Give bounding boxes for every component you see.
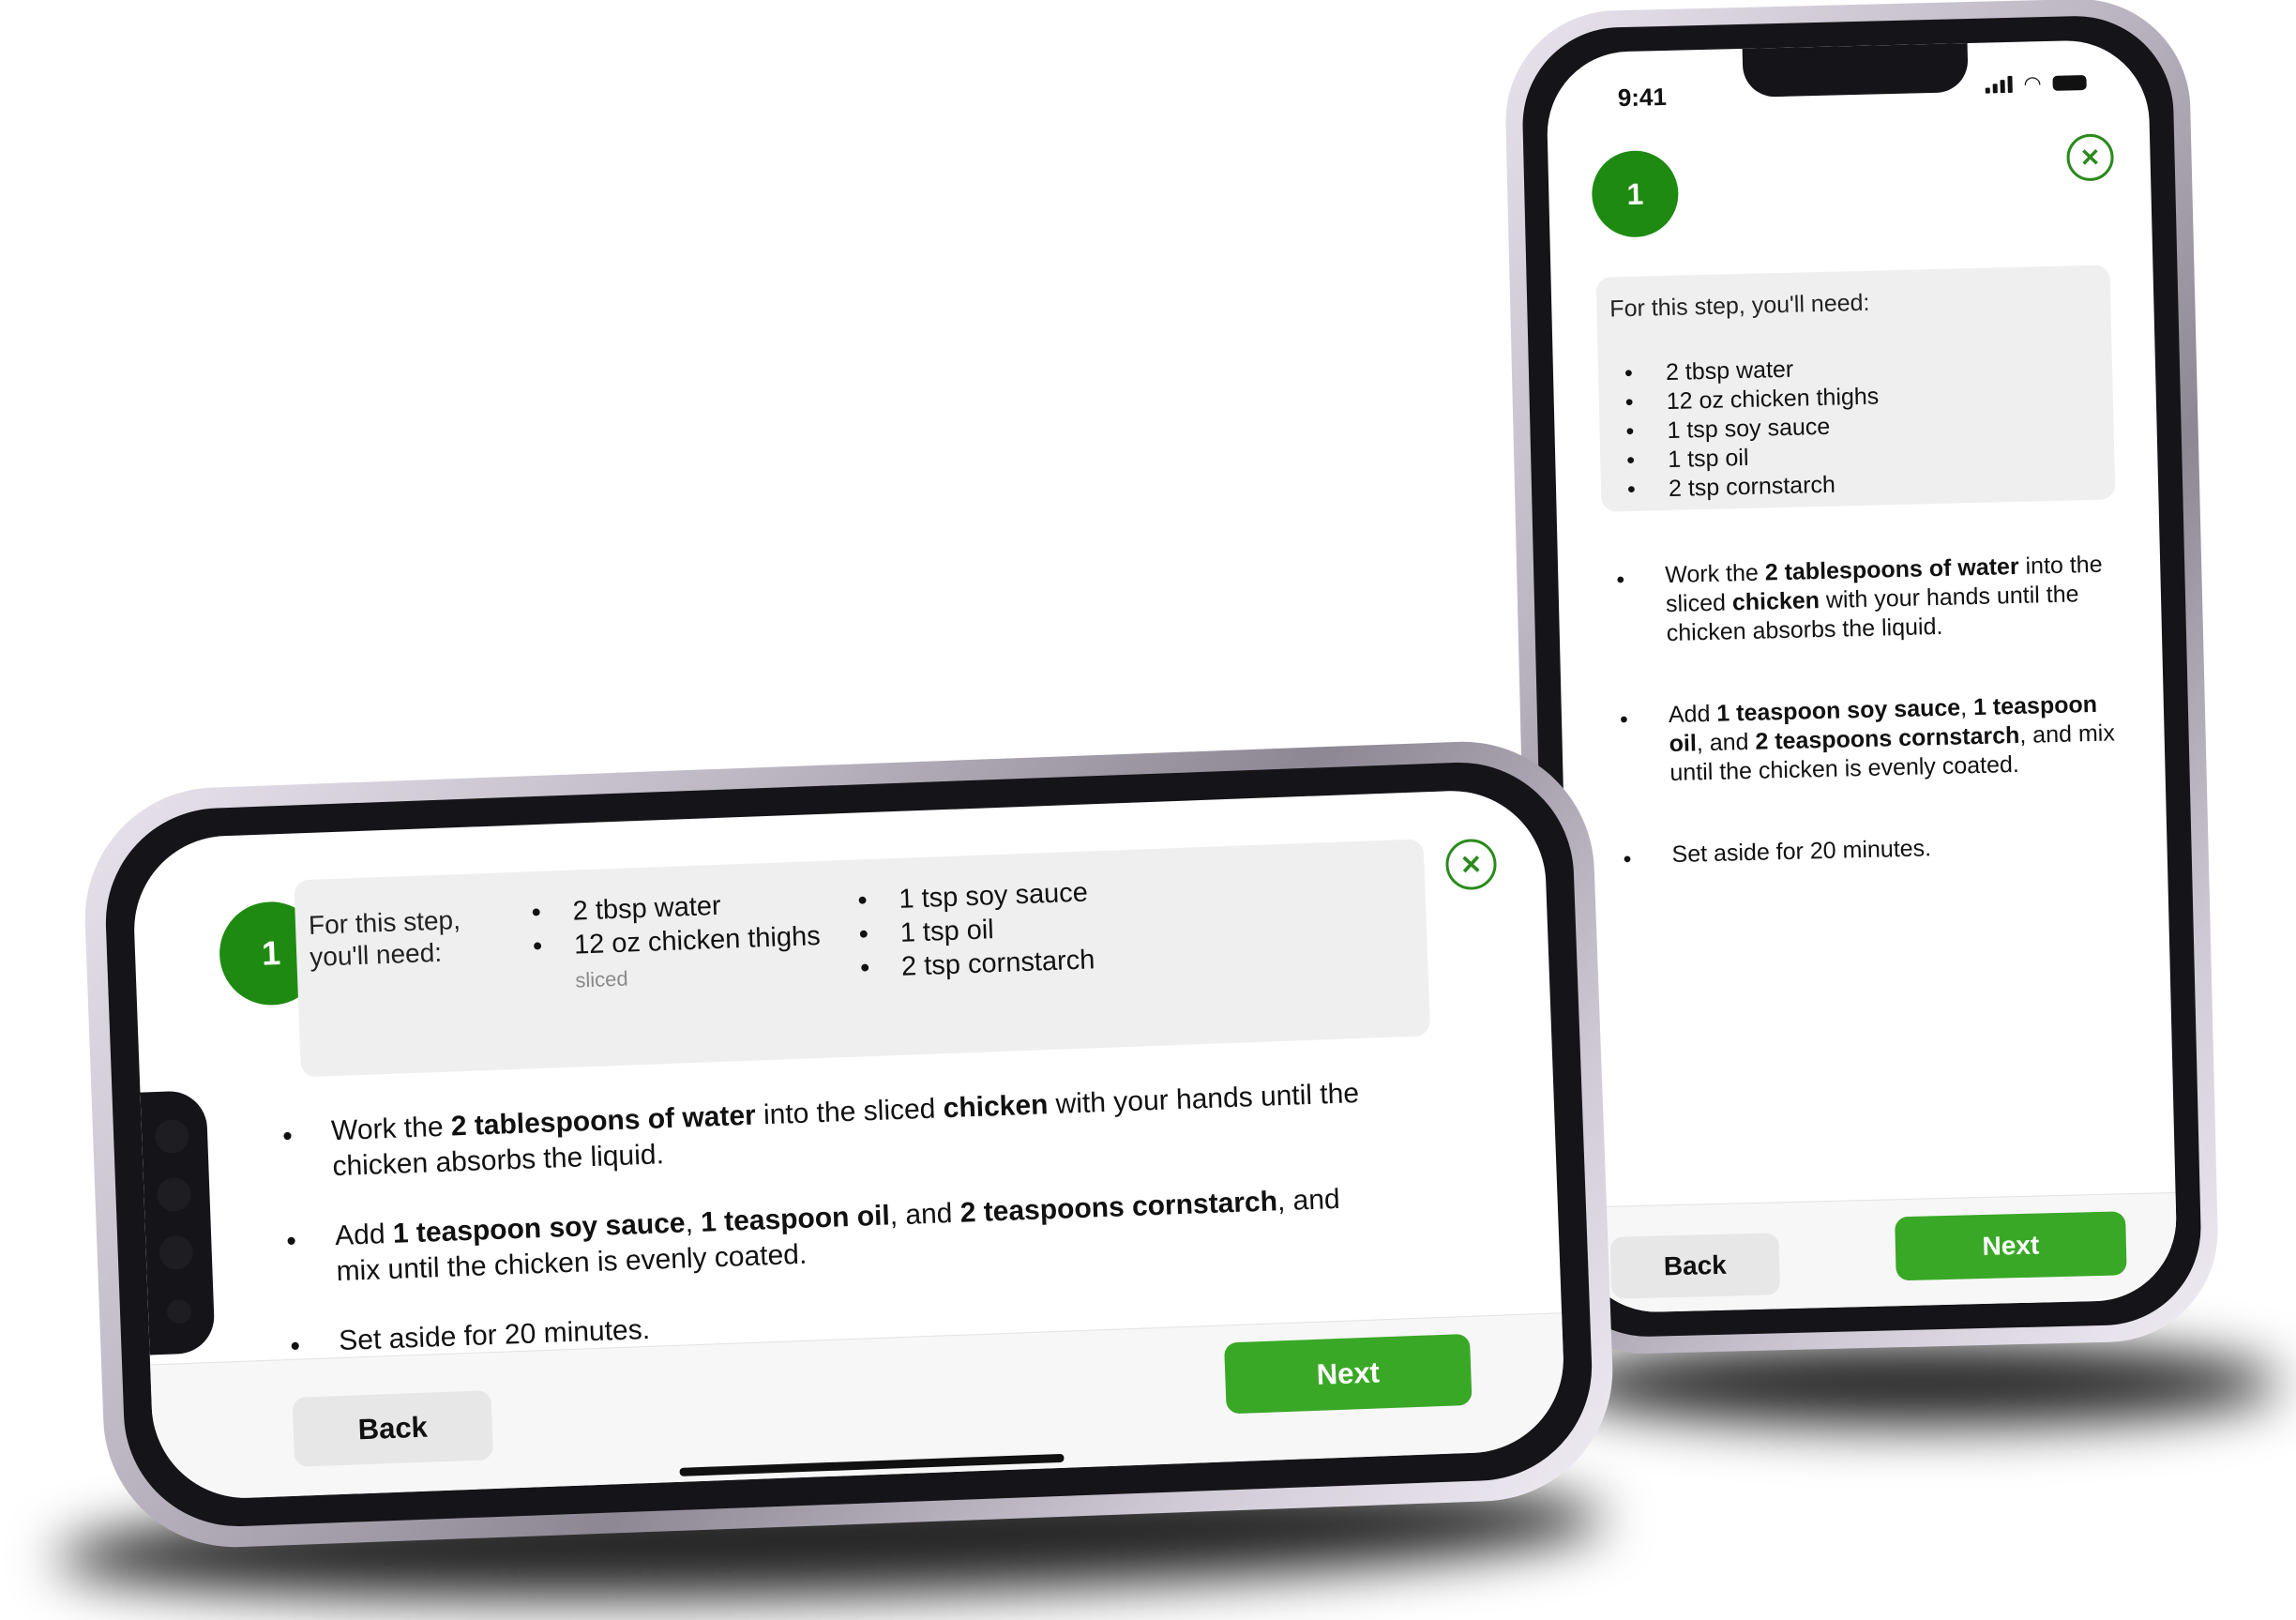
instruction-step: Work the 2 tablespoons of water into the… [281, 1076, 1362, 1187]
landscape-screen: 1 For this step, you'll need: 2 tbsp wat… [130, 787, 1567, 1502]
portrait-notch [1742, 43, 1969, 98]
instruction-text: Add [1668, 700, 1717, 729]
instruction-highlight: 1 teaspoon soy sauce [392, 1207, 687, 1249]
status-icons: ◠ [1985, 71, 2087, 96]
instruction-step: Set aside for 20 minutes. [1623, 829, 2130, 871]
close-icon: ✕ [1459, 849, 1483, 880]
ingredients-list: 2 tbsp water 12 oz chicken thighs 1 tsp … [1624, 348, 2097, 505]
instruction-step: Work the 2 tablespoons of water into the… [1616, 550, 2124, 649]
instruction-text: Work the [330, 1111, 452, 1147]
wifi-icon: ◠ [2023, 71, 2042, 96]
cellular-signal-icon [1985, 75, 2013, 94]
close-button[interactable]: ✕ [2065, 133, 2115, 182]
instruction-step: Add 1 teaspoon soy sauce, 1 teaspoon oil… [286, 1181, 1367, 1292]
instruction-highlight: 2 tablespoons of water [450, 1099, 757, 1143]
close-button[interactable]: ✕ [1444, 838, 1498, 891]
landscape-notch [140, 1090, 216, 1355]
instruction-highlight: 1 teaspoon oil [700, 1200, 891, 1238]
instruction-highlight: 1 teaspoon soy sauce [1716, 694, 1961, 727]
ingredients-panel: For this step, you'll need: 2 tbsp water… [294, 839, 1431, 1078]
instruction-highlight: 2 tablespoons of water [1764, 553, 2019, 586]
ingredient-item: 12 oz chicken thighs sliced [532, 918, 843, 999]
landscape-phone: 1 For this step, you'll need: 2 tbsp wat… [80, 736, 1618, 1552]
battery-icon [2052, 74, 2087, 91]
instruction-text: , and [889, 1197, 961, 1232]
ingredients-list-col1: 2 tbsp water 12 oz chicken thighs sliced [531, 885, 844, 999]
ingredients-panel: For this step, you'll need: 2 tbsp water… [1595, 265, 2116, 512]
portrait-screen: 9:41 ◠ 1 ✕ For this step, you'll need: 2… [1545, 38, 2179, 1314]
instruction-text: into the sliced [755, 1093, 944, 1131]
instruction-text: , [684, 1206, 702, 1239]
instructions-list: Work the 2 tablespoons of water into the… [281, 1076, 1368, 1361]
instruction-text: , and [1696, 728, 1756, 757]
step-number-badge: 1 [1591, 149, 1680, 238]
instruction-highlight: 2 teaspoons cornstarch [959, 1186, 1278, 1229]
instruction-text: Add [334, 1218, 394, 1252]
back-button[interactable]: Back [1609, 1233, 1781, 1299]
ingredients-list-col2: 1 tsp soy sauce 1 tsp oil 2 tsp cornstar… [857, 872, 1171, 985]
status-time: 9:41 [1617, 82, 1668, 113]
ingredients-heading: For this step, you'll need: [308, 905, 461, 972]
instruction-highlight: chicken [943, 1089, 1049, 1125]
close-icon: ✕ [2079, 143, 2101, 172]
portrait-phone: 9:41 ◠ 1 ✕ For this step, you'll need: 2… [1503, 0, 2221, 1356]
ingredient-note: sliced [574, 966, 629, 992]
ingredients-heading: For this step, you'll need: [1609, 289, 1870, 323]
ingredient-name: 12 oz chicken thighs [573, 920, 822, 961]
back-button[interactable]: Back [292, 1390, 494, 1467]
home-indicator[interactable] [679, 1453, 1065, 1476]
bottom-toolbar: Back Next [1573, 1191, 2179, 1314]
next-button[interactable]: Next [1224, 1333, 1473, 1415]
instruction-text: , [1959, 694, 1974, 721]
portrait-phone-bezel: 9:41 ◠ 1 ✕ For this step, you'll need: 2… [1520, 13, 2203, 1340]
home-indicator[interactable] [1773, 1307, 1985, 1314]
landscape-phone-bezel: 1 For this step, you'll need: 2 tbsp wat… [101, 758, 1596, 1531]
next-button[interactable]: Next [1895, 1211, 2127, 1281]
instruction-text: Set aside for 20 minutes. [1671, 835, 1932, 868]
ingredient-name: 2 tbsp water [572, 890, 722, 927]
instruction-step: Add 1 teaspoon soy sauce, 1 teaspoon oil… [1620, 689, 2128, 789]
instruction-text: Work the [1664, 559, 1766, 589]
instruction-highlight: 2 teaspoons cornstarch [1755, 721, 2020, 755]
instructions-list: Work the 2 tablespoons of water into the… [1616, 550, 2130, 871]
portrait-phone-shadow [1557, 1341, 2279, 1426]
instruction-highlight: chicken [1731, 587, 1820, 616]
